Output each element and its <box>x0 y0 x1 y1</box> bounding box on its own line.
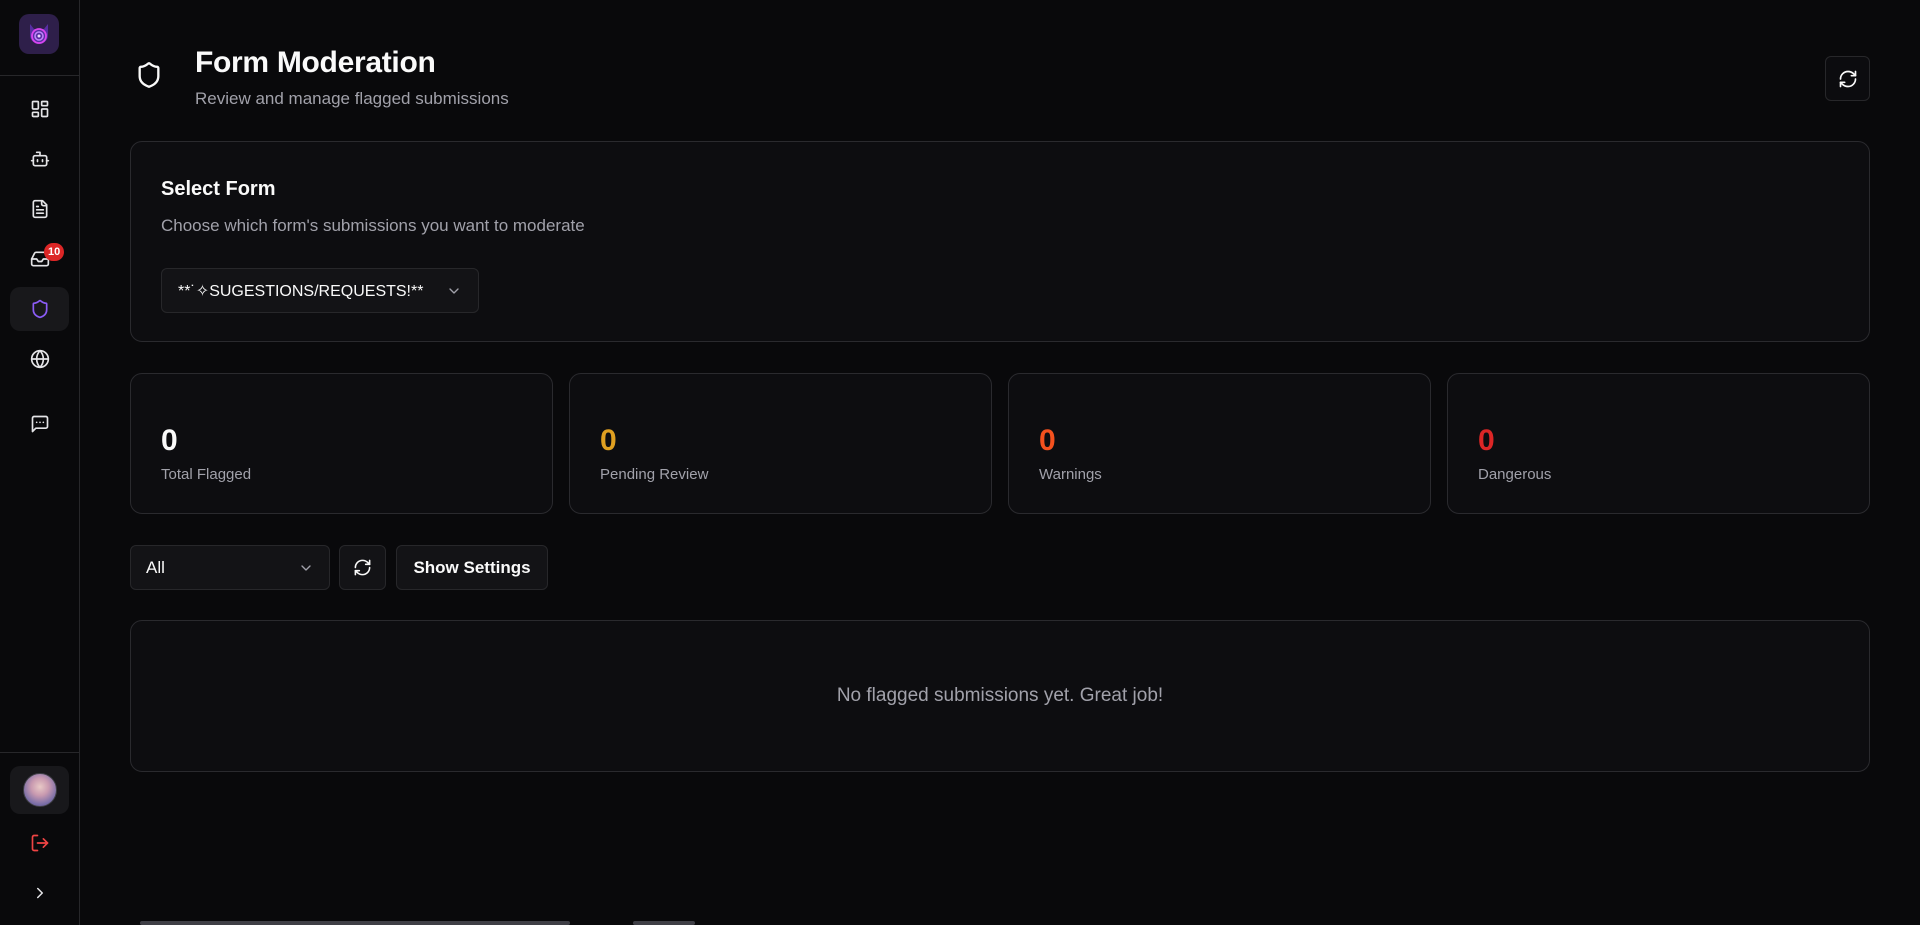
nav-forms[interactable] <box>10 187 69 231</box>
shield-icon <box>32 299 48 319</box>
stat-card-warnings: 0 Warnings <box>1008 373 1431 514</box>
form-select-dropdown[interactable]: **˙✧SUGESTIONS/REQUESTS!** <box>161 268 479 313</box>
stat-value: 0 <box>161 424 178 457</box>
shield-icon <box>138 62 160 88</box>
bot-icon <box>30 151 49 167</box>
user-profile-button[interactable] <box>10 766 69 814</box>
cat-spiral-logo-icon <box>30 24 48 44</box>
stat-label: Dangerous <box>1478 466 1552 483</box>
grid-icon <box>31 100 48 118</box>
nav-bot[interactable] <box>10 137 69 181</box>
nav-inbox[interactable]: 10 <box>10 237 69 281</box>
stat-label: Total Flagged <box>161 466 252 483</box>
document-icon <box>32 199 48 219</box>
form-select-value: **˙✧SUGESTIONS/REQUESTS!** <box>178 282 424 300</box>
chevron-down-icon <box>298 560 314 576</box>
nav-dashboard[interactable] <box>10 87 69 131</box>
stat-label: Pending Review <box>600 466 709 483</box>
stat-value: 0 <box>1478 424 1495 457</box>
select-form-description: Choose which form's submissions you want… <box>161 216 585 235</box>
horizontal-scrollbar[interactable] <box>140 921 570 925</box>
expand-sidebar-button[interactable] <box>10 871 69 915</box>
status-filter-select[interactable]: All <box>130 545 330 590</box>
status-filter-value: All <box>146 557 165 577</box>
inbox-badge: 10 <box>44 243 65 261</box>
empty-state-message: No flagged submissions yet. Great job! <box>836 685 1164 706</box>
sidebar-divider-bottom <box>0 752 79 753</box>
shield-header-icon <box>134 60 164 90</box>
chevron-right-icon <box>36 887 43 899</box>
stat-value: 0 <box>1039 424 1056 457</box>
stat-card-total-flagged: 0 Total Flagged <box>130 373 553 514</box>
nav-web[interactable] <box>10 337 69 381</box>
nav-messages[interactable] <box>10 402 69 446</box>
globe-icon <box>30 349 49 369</box>
refresh-icon <box>1839 70 1856 87</box>
main-content: Form Moderation Review and manage flagge… <box>80 0 1920 925</box>
sidebar-divider <box>0 75 79 76</box>
page-title: Form Moderation <box>195 46 436 79</box>
refresh-icon <box>354 559 371 576</box>
show-settings-button[interactable]: Show Settings <box>396 545 548 590</box>
chevron-down-icon <box>446 283 462 299</box>
stat-card-pending-review: 0 Pending Review <box>569 373 992 514</box>
sidebar: 10 <box>0 0 80 925</box>
stat-label: Warnings <box>1039 466 1102 483</box>
logout-button[interactable] <box>10 821 69 865</box>
refresh-button[interactable] <box>1825 56 1870 101</box>
page-subtitle: Review and manage flagged submissions <box>195 89 509 108</box>
stat-card-dangerous: 0 Dangerous <box>1447 373 1870 514</box>
reload-submissions-button[interactable] <box>339 545 386 590</box>
horizontal-scrollbar-segment[interactable] <box>633 921 695 925</box>
app-logo[interactable] <box>19 14 59 54</box>
message-icon <box>31 415 48 433</box>
flagged-submissions-list: No flagged submissions yet. Great job! <box>130 620 1870 772</box>
select-form-title: Select Form <box>161 178 276 200</box>
avatar <box>22 773 57 807</box>
logout-icon <box>31 834 48 852</box>
select-form-card: Select Form Choose which form's submissi… <box>130 141 1870 342</box>
stat-value: 0 <box>600 424 617 457</box>
nav-moderation[interactable] <box>10 287 69 331</box>
